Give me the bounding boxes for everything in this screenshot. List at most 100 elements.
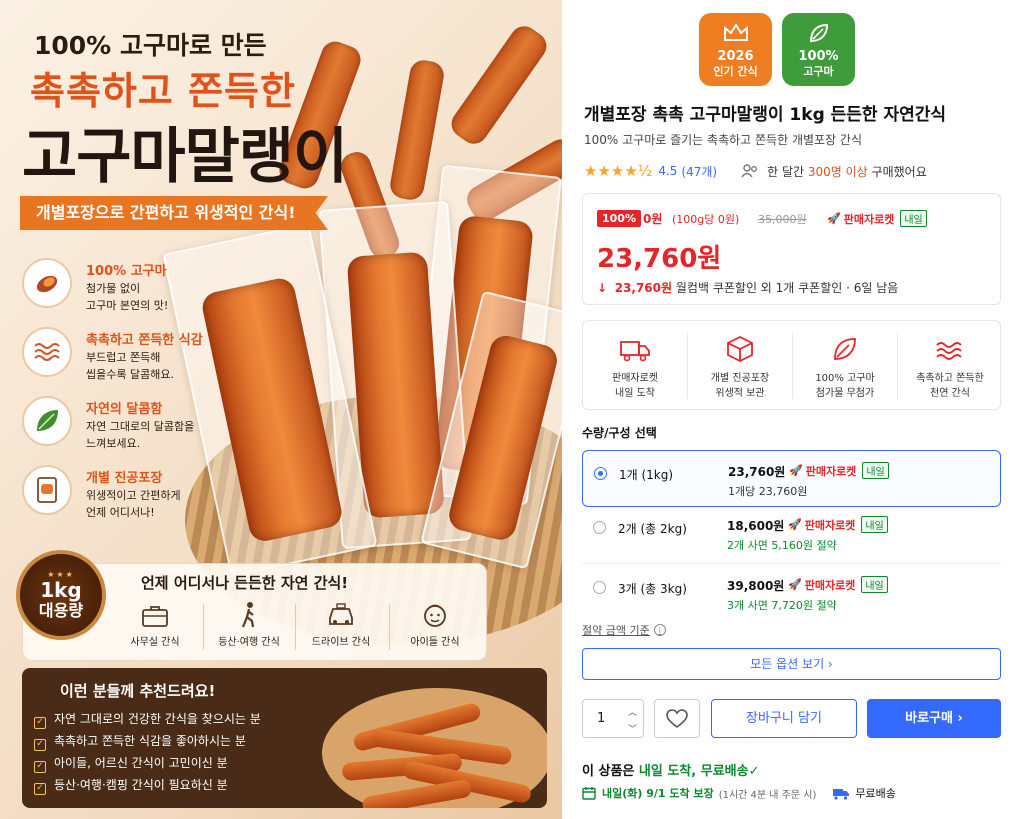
heart-icon bbox=[666, 708, 688, 728]
seller-rocket-badge: 🚀 판매자로켓 내일 bbox=[789, 462, 889, 479]
chevron-down-icon[interactable]: ﹀ bbox=[628, 722, 637, 735]
sweet-potato-icon bbox=[22, 258, 72, 308]
popular-snack-badge: 2026 인기 간식 bbox=[699, 13, 772, 86]
badge-label: 대용량 bbox=[38, 600, 84, 620]
banner-headline-small: 100% 고구마로 만든 bbox=[34, 31, 267, 60]
check-icon: ✓ bbox=[34, 761, 46, 773]
option-radio[interactable] bbox=[594, 467, 607, 480]
all-options-button[interactable]: 모든 옵션 보기 › bbox=[582, 648, 1001, 680]
coupon-price: 0원 bbox=[643, 212, 663, 226]
option-sub: 3개 사면 7,720원 절약 bbox=[727, 599, 837, 612]
product-banner-image: 100% 고구마로 만든 촉촉하고 쫀득한 고구마말랭이 개별포장으로 간편하고… bbox=[0, 0, 562, 819]
quantity-value[interactable]: 1 bbox=[597, 711, 605, 726]
tomorrow-badge: 내일 bbox=[900, 210, 927, 227]
check-icon: ✓ bbox=[34, 783, 46, 795]
option-price: 23,760원 bbox=[728, 465, 786, 479]
use-case-label: 아이들 간식 bbox=[410, 637, 460, 648]
option-radio[interactable] bbox=[593, 521, 606, 534]
benefit-label: 100% 고구마 첨가물 무첨가 bbox=[815, 373, 875, 399]
feature-desc: 위생적이고 간편하게 언제 어디서나! bbox=[86, 489, 181, 519]
product-title: 개별포장 촉촉 고구마말랭이 1kg 든든한 자연간식 bbox=[584, 105, 947, 125]
banner-headline-orange: 촉촉하고 쫀득한 bbox=[30, 69, 296, 113]
banner-headline-main: 고구마말랭이 bbox=[22, 122, 348, 192]
feature-desc: 자연 그대로의 달콤함을 느껴보세요. bbox=[86, 420, 195, 450]
option-name: 3개 (총 3kg) bbox=[618, 582, 687, 596]
product-page: 100% 고구마로 만든 촉촉하고 쫀득한 고구마말랭이 개별포장으로 간편하고… bbox=[0, 0, 1024, 819]
badge-weight: 1kg bbox=[40, 577, 82, 602]
tomorrow-badge: 내일 bbox=[861, 516, 888, 533]
truck-icon bbox=[583, 329, 687, 363]
recommend-item: ✓ 촉촉하고 쫀득한 식감을 좋아하시는 분 bbox=[34, 732, 246, 751]
rocket-icon: 🚀 bbox=[827, 212, 841, 225]
rocket-icon: 🚀 bbox=[789, 464, 803, 477]
feature-title: 100% 고구마 bbox=[86, 264, 167, 279]
quantity-stepper[interactable]: 1 ︿ ﹀ bbox=[582, 699, 644, 738]
option-sub: 2개 사면 5,160원 절약 bbox=[727, 539, 837, 552]
recommend-item: ✓ 등산·여행·캠핑 간식이 필요하신 분 bbox=[34, 776, 228, 795]
benefits-box: 판매자로켓 내일 도착 개별 진공포장 위생적 보관 100% 고구마 첨가물 … bbox=[582, 320, 1001, 410]
option-price: 39,800원 bbox=[727, 579, 785, 593]
unit-price: (100g당 0원) bbox=[672, 213, 740, 226]
original-price: 35,000원 bbox=[758, 213, 807, 226]
feature-desc: 부드럽고 쫀득해 씹을수록 달콤해요. bbox=[86, 351, 174, 381]
feature-title: 개별 진공포장 bbox=[86, 471, 163, 486]
option-row[interactable]: 2개 (총 2kg) 18,600원 🚀 판매자로켓 내일 2개 사면 5,160원… bbox=[582, 505, 1001, 562]
package-icon bbox=[22, 465, 72, 515]
use-case-label: 등산·여행 간식 bbox=[218, 637, 280, 648]
review-count-link[interactable]: (47개) bbox=[681, 163, 717, 180]
free-shipping: 무료배송 bbox=[832, 785, 896, 801]
wave-icon bbox=[22, 327, 72, 377]
wave-icon bbox=[898, 329, 1002, 363]
briefcase-icon bbox=[137, 600, 173, 630]
use-case-label: 사무실 간식 bbox=[130, 637, 180, 648]
divider bbox=[389, 604, 390, 650]
use-case-item: 사무실 간식 bbox=[111, 600, 199, 648]
car-icon bbox=[323, 600, 359, 630]
price-box: 100% 0원 (100g당 0원) 35,000원 🚀 판매자로켓 내일 23,7… bbox=[582, 193, 1001, 305]
use-case-label: 드라이브 간식 bbox=[311, 637, 371, 648]
buyer-count: 한 달간 300명 이상 구매했어요 bbox=[741, 163, 927, 180]
discount-tag: 100% bbox=[597, 210, 641, 227]
save-basis-link[interactable]: 절약 금액 기준 i bbox=[582, 622, 666, 638]
option-row[interactable]: 3개 (총 3kg) 39,800원 🚀 판매자로켓 내일 3개 사면 7,720원… bbox=[582, 565, 1001, 622]
rating-value[interactable]: 4.5 bbox=[658, 164, 677, 178]
seller-rocket-badge: 🚀 판매자로켓 내일 bbox=[788, 516, 888, 533]
rocket-icon: 🚀 bbox=[788, 578, 802, 591]
calendar-icon bbox=[582, 787, 596, 800]
chevron-up-icon[interactable]: ︿ bbox=[628, 705, 637, 718]
rating-row: ★★★★½ 4.5 (47개) 한 달간 300명 이상 구매했어요 bbox=[584, 162, 927, 180]
benefit-label: 판매자로켓 내일 도착 bbox=[612, 373, 658, 399]
child-face-icon bbox=[417, 600, 453, 630]
feature-title: 자연의 달콤함 bbox=[86, 402, 163, 417]
option-row[interactable]: 1개 (1kg) 23,760원 🚀 판매자로켓 내일 1개당 23,760원 bbox=[582, 450, 1001, 507]
tomorrow-badge: 내일 bbox=[862, 462, 889, 479]
rating-stars: ★★★★½ bbox=[584, 162, 653, 180]
benefit-label: 촉촉하고 쫀득한 천연 간식 bbox=[916, 373, 984, 399]
check-icon: ✓ bbox=[748, 764, 760, 779]
info-icon[interactable]: i bbox=[653, 624, 666, 636]
leaf-icon bbox=[793, 329, 897, 363]
wishlist-button[interactable] bbox=[654, 699, 700, 738]
benefit-label: 개별 진공포장 위생적 보관 bbox=[710, 373, 770, 399]
benefit-item: 100% 고구마 첨가물 무첨가 bbox=[793, 321, 897, 411]
use-case-item: 아이들 간식 bbox=[391, 600, 479, 648]
coupon-info: ↓ 23,760원 월컴백 쿠폰할인 외 1개 쿠폰할인 · 6일 남음 bbox=[597, 281, 899, 295]
arrow-down-icon: ↓ bbox=[597, 281, 608, 295]
option-radio[interactable] bbox=[593, 581, 606, 594]
divider bbox=[582, 563, 1001, 564]
recommend-box: 이런 분들께 추천드려요! ✓ 자연 그대로의 건강한 간식을 찾으시는 분 ✓ 촉… bbox=[22, 668, 547, 808]
tomorrow-badge: 내일 bbox=[861, 576, 888, 593]
benefit-item: 개별 진공포장 위생적 보관 bbox=[688, 321, 792, 411]
badge-line2: 인기 간식 bbox=[713, 65, 758, 78]
feature-desc: 첨가물 없이 고구마 본연의 맛! bbox=[86, 282, 169, 312]
add-to-cart-button[interactable]: 장바구니 담기 bbox=[711, 699, 857, 738]
sweet-potato-stick-decor bbox=[388, 58, 446, 202]
badge-line1: 100% bbox=[798, 49, 839, 64]
box-icon bbox=[688, 329, 792, 363]
buy-now-button[interactable]: 바로구매 › bbox=[867, 699, 1001, 738]
option-sub: 1개당 23,760원 bbox=[728, 485, 808, 498]
use-case-item: 드라이브 간식 bbox=[297, 600, 385, 648]
badge-line1: 2026 bbox=[717, 49, 754, 64]
option-name: 1개 (1kg) bbox=[619, 468, 674, 482]
option-name: 2개 (총 2kg) bbox=[618, 522, 687, 536]
